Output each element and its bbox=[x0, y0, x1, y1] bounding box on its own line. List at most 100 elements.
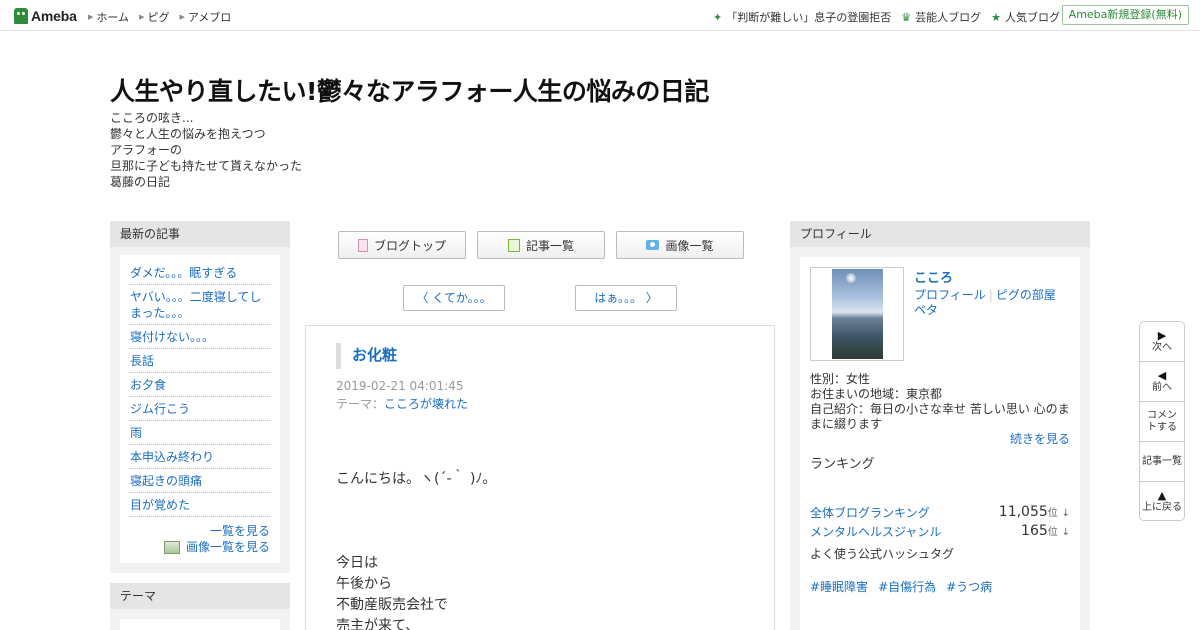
recent-articles-inner: ダメだ。。。眠すぎる ヤバい。。。二度寝してしまった。。。 寝付けない。。。 長… bbox=[120, 255, 280, 563]
recent-article-link[interactable]: お夕食 bbox=[130, 378, 166, 392]
trending-topic-link[interactable]: ✦ 「判断が難しい」息子の登園拒否 bbox=[713, 9, 891, 25]
trend-down-icon: ↓ bbox=[1061, 508, 1070, 519]
entry-paragraph bbox=[336, 490, 496, 511]
list-item: 長話 bbox=[130, 349, 270, 373]
recent-article-link[interactable]: 雨 bbox=[130, 426, 142, 440]
tab-image-list-label: 画像一覧 bbox=[665, 238, 714, 253]
entry-theme-link[interactable]: こころが壊れた bbox=[384, 397, 468, 411]
profile-box: こころ プロフィール | ピグの部屋 ペタ 性別：女性 お住まいの地域：東京都 自己… bbox=[790, 247, 1090, 630]
pig-room-link[interactable]: ピグの部屋 bbox=[996, 288, 1056, 302]
float-comment-label: コメントする bbox=[1147, 409, 1177, 433]
entry-paragraph: こんにちは。ヽ(´-｀ )ﾉ。 bbox=[336, 471, 497, 487]
tab-image-list[interactable]: 画像一覧 bbox=[616, 231, 744, 259]
list-item: ダメだ。。。眠すぎる bbox=[130, 261, 270, 285]
entry-theme: テーマ：こころが壊れた bbox=[336, 395, 468, 412]
list-item: ヤバい。。。二度寝してしまった。。。 bbox=[130, 285, 270, 325]
ranking-unit: 位 bbox=[1047, 508, 1058, 519]
article-list-icon bbox=[507, 238, 520, 252]
recent-article-link[interactable]: 寝起きの頭痛 bbox=[130, 474, 202, 488]
blog-title[interactable]: 人生やり直したい!鬱々なアラフォー人生の悩みの日記 bbox=[110, 72, 709, 108]
ranking-heading: ランキング bbox=[810, 457, 875, 472]
tab-article-list[interactable]: 記事一覧 bbox=[477, 231, 605, 259]
recent-article-link[interactable]: 寝付けない。。。 bbox=[130, 330, 214, 344]
celebrity-blog-link[interactable]: ♛ 芸能人ブログ bbox=[901, 9, 981, 25]
profile-gender: 性別：女性 bbox=[810, 372, 871, 386]
register-button[interactable]: Ameba新規登録(無料) bbox=[1061, 5, 1189, 25]
more-links: 一覧を見る 画像一覧を見る bbox=[130, 523, 270, 555]
float-comment-button[interactable]: コメントする bbox=[1140, 402, 1184, 442]
recent-article-link[interactable]: 目が覚めた bbox=[130, 498, 190, 512]
logo-text: Ameba bbox=[31, 8, 77, 24]
recent-article-link[interactable]: ダメだ。。。眠すぎる bbox=[130, 266, 237, 280]
peta-link[interactable]: ペタ bbox=[914, 303, 938, 317]
float-list-button[interactable]: 記事一覧 bbox=[1140, 442, 1184, 482]
tab-article-list-label: 記事一覧 bbox=[525, 238, 574, 253]
float-next-button[interactable]: ▶ 次へ bbox=[1140, 322, 1184, 362]
float-next-label: 次へ bbox=[1152, 341, 1172, 353]
profile-link[interactable]: プロフィール bbox=[914, 288, 986, 302]
profile-heading: プロフィール bbox=[790, 221, 1090, 247]
document-icon bbox=[357, 238, 368, 252]
profile-name[interactable]: こころ bbox=[914, 267, 953, 286]
blog-description-line: 旦那に子ども持たせて貰えなかった bbox=[110, 159, 303, 173]
see-images-link[interactable]: 画像一覧を見る bbox=[186, 539, 270, 555]
recent-article-link[interactable]: 長話 bbox=[130, 354, 154, 368]
list-item: ジム行こう bbox=[130, 397, 270, 421]
ranking-value: 11,055位 ↓ bbox=[999, 504, 1070, 521]
entry-title-text: お化粧 bbox=[352, 346, 398, 364]
ranking-label-link[interactable]: メンタルヘルスジャンル bbox=[810, 523, 941, 540]
recent-article-link[interactable]: ジム行こう bbox=[130, 402, 190, 416]
hashtag-link[interactable]: #自傷行為 bbox=[878, 578, 936, 595]
recent-article-link[interactable]: 本申込み終わり bbox=[130, 450, 214, 464]
list-item: お夕食 bbox=[130, 373, 270, 397]
blog-description-line: 鬱々と人生の悩みを抱えつつ bbox=[110, 127, 266, 141]
float-prev-button[interactable]: ◀ 前へ bbox=[1140, 362, 1184, 402]
hashtag-list: #睡眠障害 #自傷行為 #うつ病 bbox=[810, 578, 992, 595]
entry-paragraph bbox=[336, 511, 496, 532]
nav-pig[interactable]: ▶ ピグ bbox=[139, 9, 169, 25]
caret-right-icon: ▶ bbox=[179, 13, 185, 21]
entry-title[interactable]: お化粧 bbox=[336, 343, 397, 369]
list-item: 雨 bbox=[130, 421, 270, 445]
prev-article-button[interactable]: 〈 くてか。。。 bbox=[403, 285, 505, 311]
entry-body: こんにちは。ヽ(´-｀ )ﾉ。 今日は 午後から 不動産販売会社で 売主が来て、 bbox=[336, 469, 496, 630]
tab-blog-top[interactable]: ブログトップ bbox=[338, 231, 466, 259]
hashtag-heading: よく使う公式ハッシュタグ bbox=[810, 547, 955, 561]
ranking-number: 165 bbox=[1021, 523, 1048, 539]
recent-articles-box: ダメだ。。。眠すぎる ヤバい。。。二度寝してしまった。。。 寝付けない。。。 長… bbox=[110, 247, 290, 573]
float-top-button[interactable]: ▲ 上に戻る bbox=[1140, 482, 1184, 522]
nav-ameblo[interactable]: ▶ アメブロ bbox=[179, 9, 231, 25]
entry-date: 2019-02-21 04:01:45 bbox=[336, 379, 464, 393]
theme-heading: テーマ bbox=[110, 583, 290, 609]
float-top-label: 上に戻る bbox=[1142, 502, 1182, 513]
prev-article-label: くてか。。。 bbox=[432, 291, 492, 305]
avatar-image bbox=[831, 269, 883, 359]
trend-down-icon: ↓ bbox=[1061, 527, 1070, 538]
blog-description-line: アラフォーの bbox=[110, 143, 183, 157]
global-header: Ameba ▶ ホーム ▶ ピグ ▶ アメブロ ✦ 「判断が難しい」息子の登園拒否 ♛ 芸… bbox=[0, 0, 1200, 31]
see-list-link[interactable]: 一覧を見る bbox=[210, 523, 270, 539]
next-article-button[interactable]: はぁ。。。 〉 bbox=[575, 285, 677, 311]
ranking-label-link[interactable]: 全体ブログランキング bbox=[810, 504, 930, 521]
recent-article-link[interactable]: ヤバい。。。二度寝してしまった。。。 bbox=[130, 290, 261, 320]
hashtag-link[interactable]: #うつ病 bbox=[946, 578, 992, 595]
arrow-right-icon: ▶ bbox=[1157, 328, 1167, 342]
ranking-unit: 位 bbox=[1047, 527, 1058, 538]
profile-inner: こころ プロフィール | ピグの部屋 ペタ 性別：女性 お住まいの地域：東京都 自己… bbox=[800, 257, 1080, 630]
ranking-row: メンタルヘルスジャンル 165位 ↓ bbox=[810, 523, 1070, 540]
recent-articles-list: ダメだ。。。眠すぎる ヤバい。。。二度寝してしまった。。。 寝付けない。。。 長… bbox=[130, 261, 270, 517]
blog-description-line: 葛藤の日記 bbox=[110, 175, 171, 189]
avatar[interactable] bbox=[810, 267, 904, 361]
arrow-up-icon: ▲ bbox=[1157, 489, 1167, 502]
float-prev-label: 前へ bbox=[1152, 381, 1172, 393]
recent-articles-widget: 最新の記事 ダメだ。。。眠すぎる ヤバい。。。二度寝してしまった。。。 寝付けな… bbox=[110, 221, 290, 573]
hashtag-link[interactable]: #睡眠障害 bbox=[810, 578, 868, 595]
ranking-value: 165位 ↓ bbox=[1021, 523, 1070, 540]
tab-blog-top-label: ブログトップ bbox=[373, 238, 446, 253]
caret-right-icon: ▶ bbox=[139, 13, 145, 21]
chevron-left-icon: 〈 bbox=[416, 291, 433, 305]
ameba-logo[interactable]: Ameba bbox=[14, 7, 77, 25]
profile-more-link[interactable]: 続きを見る bbox=[1010, 432, 1070, 446]
popular-blog-link[interactable]: ★ 人気ブログ bbox=[991, 9, 1060, 25]
nav-home[interactable]: ▶ ホーム bbox=[88, 9, 129, 25]
